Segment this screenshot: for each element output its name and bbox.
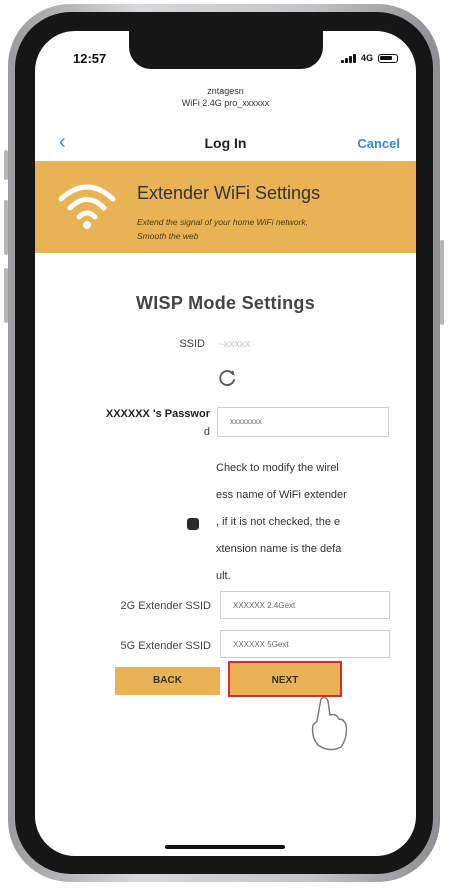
banner: Extender WiFi Settings Extend the signal… xyxy=(35,161,416,253)
volume-down-button-2 xyxy=(4,268,8,323)
wifi-icon xyxy=(58,184,116,229)
ssid-value[interactable]: ~XXXXX xyxy=(219,340,250,349)
volume-down-button xyxy=(4,200,8,255)
banner-subtitle-line-2: Smooth the web xyxy=(137,231,199,241)
checkbox-text-line-2: ess name of WiFi extender xyxy=(216,489,347,501)
checkbox-text-line-3: , if it is not checked, the e xyxy=(216,516,341,528)
checkbox-text-line-5: ult. xyxy=(216,570,231,582)
password-label-text: XXXXXX 's Passwor xyxy=(105,408,210,420)
ssid-5g-label: 5G Extender SSID xyxy=(120,640,212,652)
power-button xyxy=(440,240,444,325)
modify-name-checkbox[interactable] xyxy=(187,518,199,530)
password-field[interactable]: xxxxxxxx xyxy=(217,407,389,437)
signal-icon xyxy=(340,53,356,63)
ssid-2g-field[interactable]: XXXXXX 2.4Gext xyxy=(220,591,390,619)
next-button[interactable]: NEXT xyxy=(228,661,342,697)
home-indicator[interactable] xyxy=(165,845,285,849)
ssid-2g-label: 2G Extender SSID xyxy=(120,600,212,612)
volume-up-button xyxy=(4,150,8,180)
banner-subtitle: Extend the signal of your home WiFi netw… xyxy=(137,215,399,243)
password-label: XXXXXX 's Passwor d xyxy=(55,405,210,441)
ssid-label: SSID xyxy=(179,338,205,350)
notch xyxy=(129,31,323,69)
password-label-line-2: d xyxy=(203,426,210,438)
checkbox-text-line-1: Check to modify the wirel xyxy=(216,462,339,474)
status-time: 12:57 xyxy=(73,51,107,66)
checkbox-text-line-4: xtension name is the defa xyxy=(216,543,342,555)
page-heading: WISP Mode Settings xyxy=(135,293,316,313)
battery-icon xyxy=(378,53,398,63)
password-label-line-1: XXXXXX 's Passwor xyxy=(55,405,210,423)
url-line-2: WiFi 2.4G pro_xxxxxx xyxy=(181,98,270,108)
nav-bar: ‹ Log In Cancel xyxy=(35,127,416,161)
url-bar[interactable]: zntagesn WiFi 2.4G pro_xxxxxx xyxy=(35,85,416,109)
banner-subtitle-line-1: Extend the signal of your home WiFi netw… xyxy=(137,217,308,227)
url-line-1: zntagesn xyxy=(207,86,244,96)
banner-title: Extender WiFi Settings xyxy=(137,183,321,203)
cancel-button[interactable]: Cancel xyxy=(357,136,400,151)
ssid-5g-field[interactable]: XXXXXX 5Gext xyxy=(220,630,390,658)
phone-screen: 12:57 4G zntagesn WiFi 2.4G pro_xxxxxx ‹… xyxy=(35,31,416,856)
network-type: 4G xyxy=(360,53,373,63)
status-icons: 4G xyxy=(340,53,398,63)
pointer-hand-icon xyxy=(311,696,348,751)
checkbox-description: Check to modify the wirel ess name of Wi… xyxy=(216,455,396,590)
back-button[interactable]: BACK xyxy=(115,667,220,695)
loading-spinner-icon xyxy=(219,370,235,386)
